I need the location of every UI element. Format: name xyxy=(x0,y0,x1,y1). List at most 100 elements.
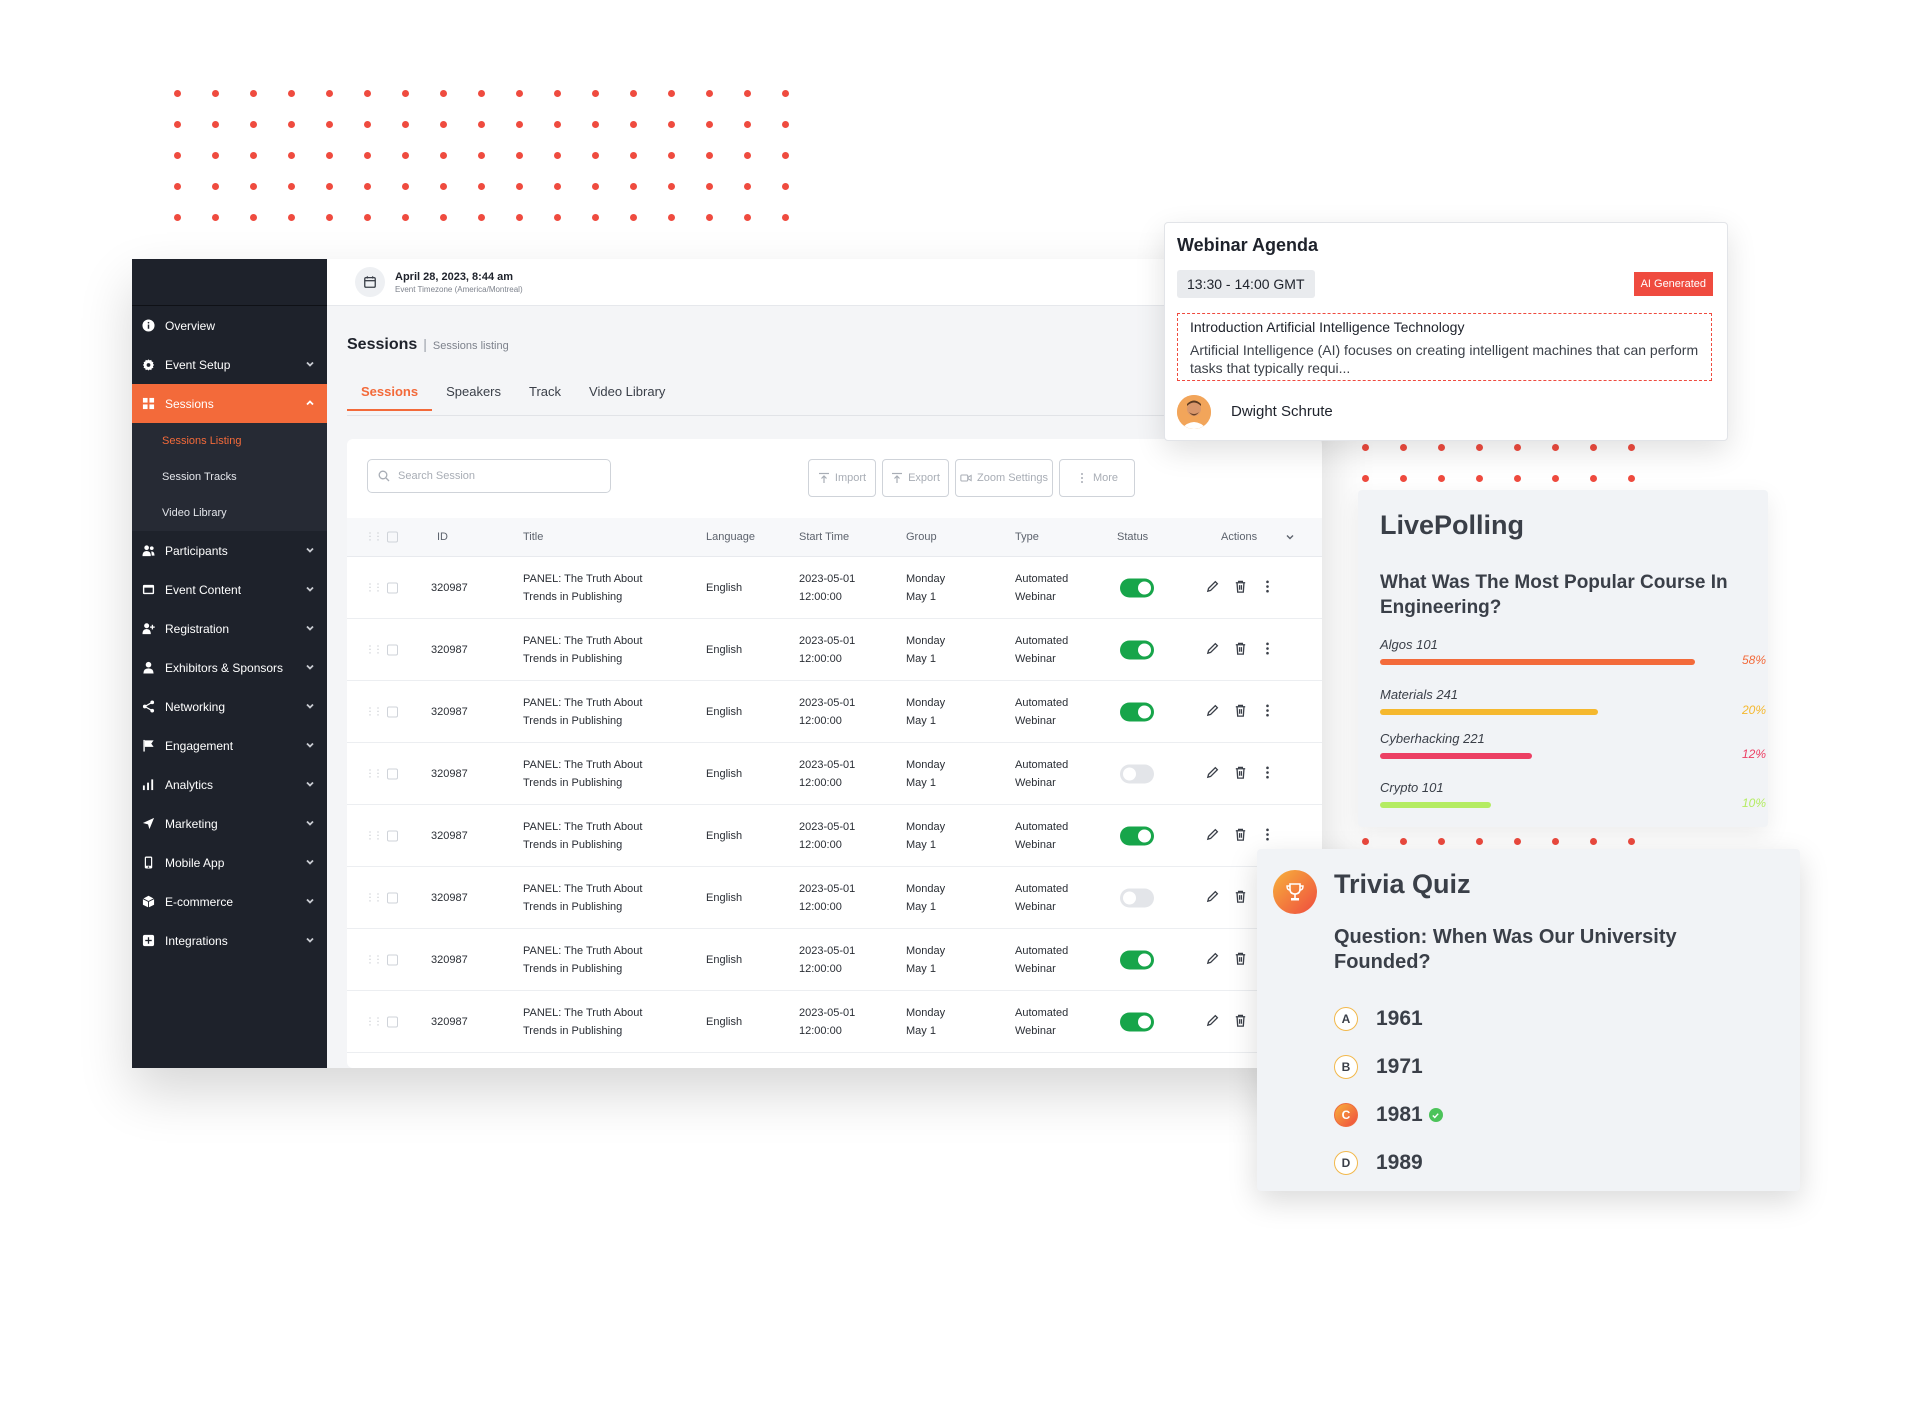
table-row[interactable]: ⋮⋮ 320987 PANEL: The Truth About Trends in … xyxy=(347,619,1322,681)
sidebar-subitem-video-library[interactable]: Video Library xyxy=(132,495,327,531)
quiz-option-b[interactable]: B 1971 xyxy=(1334,1055,1423,1079)
drag-handle-icon[interactable]: ⋮⋮ xyxy=(365,892,383,903)
kebab-icon[interactable] xyxy=(1260,827,1275,845)
session-title[interactable]: PANEL: The Truth About Trends in Publishi… xyxy=(523,818,642,854)
trash-icon[interactable] xyxy=(1233,951,1248,969)
row-checkbox[interactable] xyxy=(387,644,398,655)
chevron-down-icon[interactable] xyxy=(304,661,316,673)
tab-video-library[interactable]: Video Library xyxy=(575,384,679,411)
table-row[interactable]: ⋮⋮ 320987 PANEL: The Truth About Trends in … xyxy=(347,929,1322,991)
sidebar-item-engagement[interactable]: Engagement xyxy=(132,726,327,765)
row-checkbox[interactable] xyxy=(387,954,398,965)
row-checkbox[interactable] xyxy=(387,706,398,717)
header-group[interactable]: Group xyxy=(906,531,937,543)
poll-option[interactable]: Algos 101 58% xyxy=(1380,637,1766,667)
table-row[interactable]: ⋮⋮ 320987 PANEL: The Truth About Trends in … xyxy=(347,867,1322,929)
chevron-down-icon[interactable] xyxy=(304,544,316,556)
tab-speakers[interactable]: Speakers xyxy=(432,384,515,411)
session-title[interactable]: PANEL: The Truth About Trends in Publishi… xyxy=(523,880,642,916)
header-title[interactable]: Title xyxy=(523,531,543,543)
trash-icon[interactable] xyxy=(1233,889,1248,907)
select-all-checkbox[interactable] xyxy=(387,531,398,543)
header-type[interactable]: Type xyxy=(1015,531,1039,543)
sidebar-item-e-commerce[interactable]: E-commerce xyxy=(132,882,327,921)
edit-icon[interactable] xyxy=(1205,641,1220,659)
status-toggle[interactable] xyxy=(1120,702,1154,721)
row-checkbox[interactable] xyxy=(387,582,398,593)
status-toggle[interactable] xyxy=(1120,578,1154,597)
edit-icon[interactable] xyxy=(1205,579,1220,597)
poll-option[interactable]: Materials 241 20% xyxy=(1380,687,1766,717)
row-checkbox[interactable] xyxy=(387,892,398,903)
table-row[interactable]: ⋮⋮ 320987 PANEL: The Truth About Trends in … xyxy=(347,805,1322,867)
kebab-icon[interactable] xyxy=(1260,579,1275,597)
drag-handle-icon[interactable]: ⋮⋮ xyxy=(365,582,383,593)
sidebar-item-event-content[interactable]: Event Content xyxy=(132,570,327,609)
trash-icon[interactable] xyxy=(1233,827,1248,845)
sidebar-subitem-sessions-listing[interactable]: Sessions Listing xyxy=(132,423,327,459)
search-input[interactable]: Search Session xyxy=(367,459,611,493)
header-status[interactable]: Status xyxy=(1117,531,1148,543)
sidebar-item-networking[interactable]: Networking xyxy=(132,687,327,726)
more-button[interactable]: More xyxy=(1059,459,1135,497)
tab-track[interactable]: Track xyxy=(515,384,575,411)
table-row[interactable]: ⋮⋮ 320987 PANEL: The Truth About Trends in … xyxy=(347,681,1322,743)
chevron-down-icon[interactable] xyxy=(304,358,316,370)
edit-icon[interactable] xyxy=(1205,703,1220,721)
edit-icon[interactable] xyxy=(1205,827,1220,845)
trash-icon[interactable] xyxy=(1233,579,1248,597)
sidebar-item-event-setup[interactable]: Event Setup xyxy=(132,345,327,384)
edit-icon[interactable] xyxy=(1205,1013,1220,1031)
quiz-option-d[interactable]: D 1989 xyxy=(1334,1151,1423,1175)
export-button[interactable]: Export xyxy=(882,459,949,497)
sidebar-item-exhibitors-and-sponsors[interactable]: Exhibitors & Sponsors xyxy=(132,648,327,687)
chevron-down-icon[interactable] xyxy=(304,817,316,829)
chevron-down-icon[interactable] xyxy=(304,583,316,595)
drag-handle-icon[interactable]: ⋮⋮ xyxy=(365,1016,383,1027)
tab-sessions[interactable]: Sessions xyxy=(347,384,433,411)
status-toggle[interactable] xyxy=(1120,950,1154,969)
import-button[interactable]: Import xyxy=(808,459,876,497)
sidebar-subitem-session-tracks[interactable]: Session Tracks xyxy=(132,459,327,495)
row-checkbox[interactable] xyxy=(387,830,398,841)
sidebar-item-sessions[interactable]: Sessions xyxy=(132,384,327,423)
chevron-down-icon[interactable] xyxy=(1284,531,1296,543)
chevron-up-icon[interactable] xyxy=(304,397,316,409)
chevron-down-icon[interactable] xyxy=(304,778,316,790)
session-title[interactable]: PANEL: The Truth About Trends in Publishi… xyxy=(523,632,642,668)
status-toggle[interactable] xyxy=(1120,1012,1154,1031)
table-row[interactable]: ⋮⋮ 320987 PANEL: The Truth About Trends in … xyxy=(347,557,1322,619)
chevron-down-icon[interactable] xyxy=(304,700,316,712)
sidebar-item-mobile-app[interactable]: Mobile App xyxy=(132,843,327,882)
session-title[interactable]: PANEL: The Truth About Trends in Publishi… xyxy=(523,694,642,730)
drag-handle-icon[interactable]: ⋮⋮ xyxy=(365,830,383,841)
row-checkbox[interactable] xyxy=(387,768,398,779)
sidebar-item-overview[interactable]: Overview xyxy=(132,306,327,345)
edit-icon[interactable] xyxy=(1205,951,1220,969)
poll-option[interactable]: Crypto 101 10% xyxy=(1380,780,1766,810)
chevron-down-icon[interactable] xyxy=(304,739,316,751)
quiz-option-a[interactable]: A 1961 xyxy=(1334,1007,1423,1031)
chevron-down-icon[interactable] xyxy=(304,622,316,634)
kebab-icon[interactable] xyxy=(1260,641,1275,659)
trash-icon[interactable] xyxy=(1233,765,1248,783)
kebab-icon[interactable] xyxy=(1260,765,1275,783)
table-row[interactable]: ⋮⋮ 320987 PANEL: The Truth About Trends in … xyxy=(347,991,1322,1053)
chevron-down-icon[interactable] xyxy=(304,856,316,868)
drag-handle-icon[interactable]: ⋮⋮ xyxy=(365,706,383,717)
poll-option[interactable]: Cyberhacking 221 12% xyxy=(1380,731,1766,761)
session-title[interactable]: PANEL: The Truth About Trends in Publishi… xyxy=(523,1004,642,1040)
quiz-option-c[interactable]: C 1981 xyxy=(1334,1103,1443,1127)
agenda-session-box[interactable]: Introduction Artificial Intelligence Tec… xyxy=(1177,313,1712,381)
chevron-down-icon[interactable] xyxy=(304,934,316,946)
trash-icon[interactable] xyxy=(1233,641,1248,659)
header-id[interactable]: ID xyxy=(437,531,448,543)
session-title[interactable]: PANEL: The Truth About Trends in Publishi… xyxy=(523,756,642,792)
sidebar-item-integrations[interactable]: Integrations xyxy=(132,921,327,960)
sidebar-item-analytics[interactable]: Analytics xyxy=(132,765,327,804)
trash-icon[interactable] xyxy=(1233,1013,1248,1031)
drag-handle-icon[interactable]: ⋮⋮ xyxy=(365,644,383,655)
edit-icon[interactable] xyxy=(1205,765,1220,783)
kebab-icon[interactable] xyxy=(1260,703,1275,721)
row-checkbox[interactable] xyxy=(387,1016,398,1027)
